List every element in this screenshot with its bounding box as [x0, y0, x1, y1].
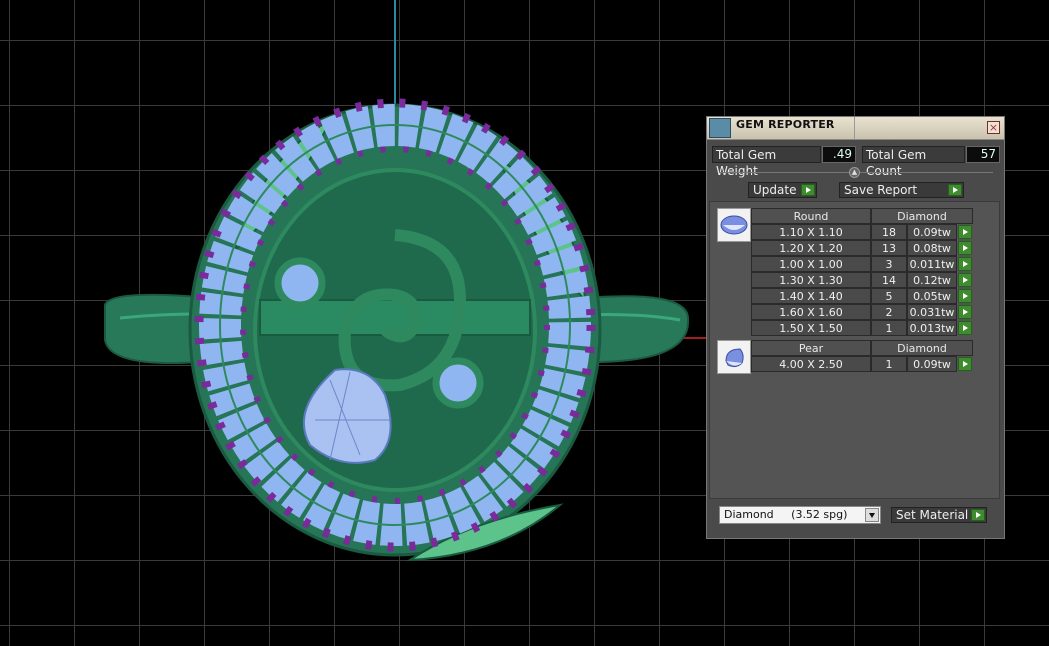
row-select-arrow-icon[interactable]	[958, 241, 972, 255]
title-separator	[854, 117, 855, 139]
weight-cell: 0.013tw	[907, 320, 957, 336]
pear-shape-header: Pear	[751, 340, 871, 356]
row-select-arrow-icon[interactable]	[958, 289, 972, 303]
set-material-button[interactable]: Set Material	[891, 507, 987, 523]
row-select-arrow-icon[interactable]	[958, 273, 972, 287]
weight-cell: 0.08tw	[907, 240, 957, 256]
play-arrow-icon	[948, 184, 962, 196]
total-gem-count-label: Total Gem Count	[862, 146, 965, 178]
gem-reporter-panel: GEM REPORTER × Total Gem Weight .49 Tota…	[706, 116, 1005, 539]
total-gem-weight-label: Total Gem Weight	[712, 146, 821, 178]
row-select-arrow-icon[interactable]	[958, 321, 972, 335]
count-cell: 3	[871, 256, 907, 272]
row-select-arrow-icon[interactable]	[958, 257, 972, 271]
total-gem-count-value: 57	[966, 146, 1000, 163]
weight-cell: 0.09tw	[907, 224, 957, 240]
title-bar[interactable]: GEM REPORTER ×	[707, 117, 1004, 140]
accent-stone-left	[274, 257, 326, 309]
row-select-arrow-icon[interactable]	[958, 225, 972, 239]
size-cell: 1.30 X 1.30	[751, 272, 871, 288]
material-select[interactable]: Diamond (3.52 spg)	[719, 506, 881, 524]
size-cell: 1.10 X 1.10	[751, 224, 871, 240]
count-cell: 13	[871, 240, 907, 256]
size-cell: 1.60 X 1.60	[751, 304, 871, 320]
update-button[interactable]: Update	[748, 182, 817, 198]
material-select-value: Diamond (3.52 spg)	[724, 508, 848, 521]
round-material-header: Diamond	[871, 208, 973, 224]
count-cell: 1	[871, 320, 907, 336]
total-gem-weight-value: .49	[822, 146, 856, 163]
round-gem-icon	[717, 208, 751, 242]
gem-list[interactable]: Round Diamond 1.10 X 1.10 18 0.09tw 1.20…	[709, 201, 1000, 499]
size-cell: 4.00 X 2.50	[751, 356, 871, 372]
round-shape-header: Round	[751, 208, 871, 224]
play-arrow-icon	[801, 184, 815, 196]
accent-stone-right	[432, 357, 484, 409]
row-select-arrow-icon[interactable]	[958, 357, 972, 371]
gem-reporter-icon	[709, 118, 731, 138]
play-arrow-icon	[971, 509, 985, 521]
panel-title: GEM REPORTER	[736, 118, 835, 131]
size-cell: 1.20 X 1.20	[751, 240, 871, 256]
save-report-button[interactable]: Save Report	[839, 182, 964, 198]
row-select-arrow-icon[interactable]	[958, 305, 972, 319]
collapse-icon[interactable]: ▲	[849, 167, 860, 178]
close-button[interactable]: ×	[987, 121, 1000, 134]
update-label: Update	[753, 183, 797, 197]
pear-gem-icon	[717, 340, 751, 374]
pear-material-header: Diamond	[871, 340, 973, 356]
chevron-down-icon	[865, 508, 879, 522]
count-cell: 18	[871, 224, 907, 240]
weight-cell: 0.09tw	[907, 356, 957, 372]
weight-cell: 0.05tw	[907, 288, 957, 304]
count-cell: 14	[871, 272, 907, 288]
count-cell: 1	[871, 356, 907, 372]
set-material-label: Set Material	[896, 508, 969, 522]
weight-cell: 0.031tw	[907, 304, 957, 320]
size-cell: 1.00 X 1.00	[751, 256, 871, 272]
size-cell: 1.40 X 1.40	[751, 288, 871, 304]
count-cell: 2	[871, 304, 907, 320]
weight-cell: 0.12tw	[907, 272, 957, 288]
save-report-label: Save Report	[844, 183, 918, 197]
size-cell: 1.50 X 1.50	[751, 320, 871, 336]
count-cell: 5	[871, 288, 907, 304]
weight-cell: 0.011tw	[907, 256, 957, 272]
